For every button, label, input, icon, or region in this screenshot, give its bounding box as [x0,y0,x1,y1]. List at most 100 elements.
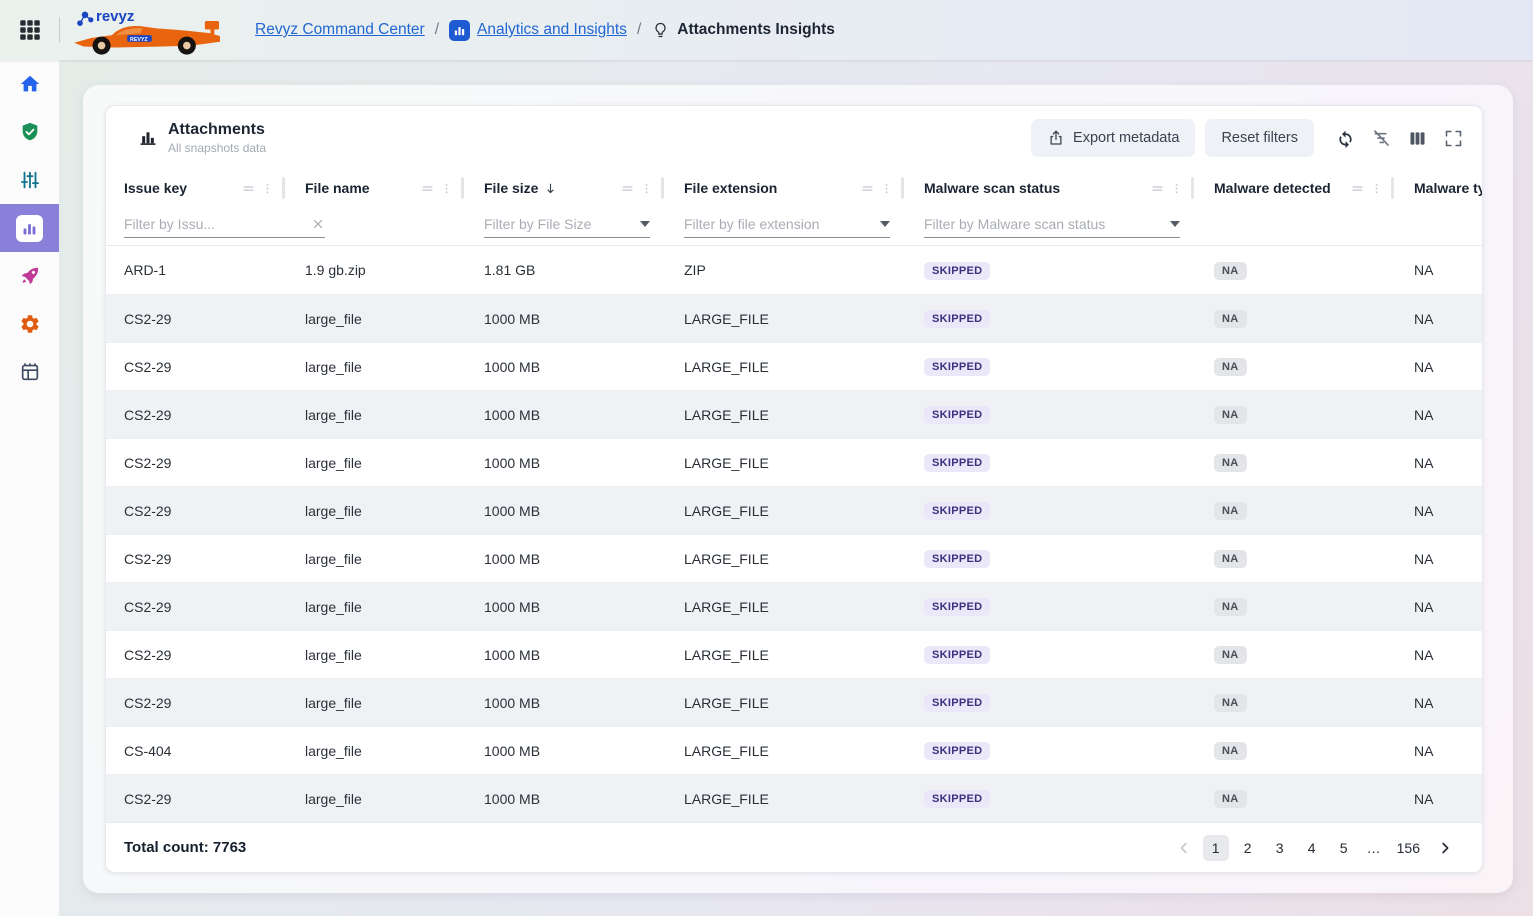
table-row[interactable]: CS-404large_file1000 MBLARGE_FILESKIPPED… [106,726,1482,774]
cell-issue_key: CS-404 [106,743,287,759]
table-row[interactable]: CS2-29large_file1000 MBLARGE_FILESKIPPED… [106,390,1482,438]
reset-filters-label: Reset filters [1221,130,1298,146]
sidebar-item-reports[interactable] [0,348,59,396]
cell-file_size: 1000 MB [466,359,666,375]
cell-issue_key: CS2-29 [106,503,287,519]
page-prev-button[interactable] [1171,835,1197,861]
cell-malware_detected: NA [1196,261,1396,280]
column-drag-handle[interactable] [620,181,635,196]
table-row[interactable]: CS2-29large_file1000 MBLARGE_FILESKIPPED… [106,582,1482,630]
cell-malware_detected: NA [1196,645,1396,664]
cell-file_name: large_file [287,551,466,567]
chevron-right-icon [1436,839,1454,857]
page-next-button[interactable] [1432,835,1458,861]
column-header-issue_key: Issue key [106,170,287,206]
table-row[interactable]: CS2-29large_file1000 MBLARGE_FILESKIPPED… [106,342,1482,390]
table-row[interactable]: CS2-29large_file1000 MBLARGE_FILESKIPPED… [106,678,1482,726]
cell-file_extension: LARGE_FILE [666,359,906,375]
rocket-icon [19,265,41,287]
cell-file_size: 1000 MB [466,695,666,711]
sidebar-item-home[interactable] [0,60,59,108]
refresh-button[interactable] [1330,123,1360,153]
table-row[interactable]: CS2-29large_file1000 MBLARGE_FILESKIPPED… [106,774,1482,822]
cell-malware_detected: NA [1196,789,1396,808]
filter-input-issue_key[interactable] [124,216,305,232]
table-row[interactable]: CS2-29large_file1000 MBLARGE_FILESKIPPED… [106,294,1482,342]
cell-malware_detected: NA [1196,597,1396,616]
export-metadata-button[interactable]: Export metadata [1031,119,1195,157]
total-count-label: Total count: [124,839,209,856]
column-drag-handle[interactable] [1150,181,1165,196]
table-header-row: Issue keyFile nameFile sizeFile extensio… [106,170,1482,206]
page-button-2[interactable]: 2 [1235,835,1261,861]
column-drag-handle[interactable] [420,181,435,196]
svg-text:REVYZ: REVYZ [130,37,148,43]
table-row[interactable]: CS2-29large_file1000 MBLARGE_FILESKIPPED… [106,630,1482,678]
filter-select-file_extension[interactable]: Filter by file extension [684,210,890,238]
cell-malware_type: NA [1396,407,1482,423]
page-button-5[interactable]: 5 [1331,835,1357,861]
cell-file_size: 1000 MB [466,455,666,471]
page-button-3[interactable]: 3 [1267,835,1293,861]
column-menu-button[interactable] [260,181,275,196]
table-row[interactable]: CS2-29large_file1000 MBLARGE_FILESKIPPED… [106,486,1482,534]
column-menu-button[interactable] [639,181,654,196]
column-menu-button[interactable] [1369,181,1384,196]
table-filter-row: Filter by File Size Filter by file extens… [106,206,1482,246]
column-menu-button[interactable] [879,181,894,196]
malware-detected-badge: NA [1214,598,1247,616]
race-car-icon: REVYZ [70,20,226,56]
cell-file_extension: LARGE_FILE [666,647,906,663]
sidebar-item-rocket[interactable] [0,252,59,300]
sidebar-item-shield[interactable] [0,108,59,156]
scan-status-badge: SKIPPED [924,262,990,280]
column-menu-button[interactable] [1169,181,1184,196]
column-drag-handle[interactable] [860,181,875,196]
table-row[interactable]: ARD-11.9 gb.zip1.81 GBZIPSKIPPEDNANA [106,246,1482,294]
page-button-1[interactable]: 1 [1203,835,1229,861]
cell-malware_type: NA [1396,311,1482,327]
reset-filters-button[interactable]: Reset filters [1205,119,1314,157]
sidebar-item-settings[interactable] [0,300,59,348]
column-menu-button[interactable] [439,181,454,196]
page-button-156[interactable]: 156 [1391,835,1426,861]
breadcrumb-link-command-center[interactable]: Revyz Command Center [255,21,425,39]
sidebar-item-sliders[interactable] [0,156,59,204]
analytics-badge-icon [449,20,470,41]
scan-status-badge: SKIPPED [924,550,990,568]
cell-file_extension: LARGE_FILE [666,311,906,327]
fullscreen-icon [1443,128,1464,149]
drag-icon [620,181,635,196]
cell-malware_type: NA [1396,551,1482,567]
card-footer: Total count: 7763 12345…156 [106,822,1482,872]
revyz-logo[interactable]: revyz REVYZ [68,2,233,58]
column-drag-handle[interactable] [241,181,256,196]
table-row[interactable]: CS2-29large_file1000 MBLARGE_FILESKIPPED… [106,438,1482,486]
scan-status-badge: SKIPPED [924,790,990,808]
sidebar-item-analytics[interactable] [0,204,59,252]
breadcrumb-link-analytics[interactable]: Analytics and Insights [477,21,627,39]
malware-detected-badge: NA [1214,502,1247,520]
malware-detected-badge: NA [1214,262,1247,280]
malware-detected-badge: NA [1214,310,1247,328]
page-button-4[interactable]: 4 [1299,835,1325,861]
top-bar-divider [59,17,60,43]
app-grid-button[interactable] [0,0,59,60]
cell-issue_key: CS2-29 [106,407,287,423]
sort-desc-button[interactable] [543,181,558,196]
columns-button[interactable] [1402,123,1432,153]
filter-select-file_size[interactable]: Filter by File Size [484,210,650,238]
filter-select-scan_status[interactable]: Filter by Malware scan status [924,210,1180,238]
malware-detected-badge: NA [1214,742,1247,760]
column-header-file_name: File name [287,170,466,206]
malware-detected-badge: NA [1214,454,1247,472]
top-bar: revyz REVYZ Revyz Command Center / Analy… [0,0,1533,60]
sidebar [0,60,59,916]
scan-status-badge: SKIPPED [924,310,990,328]
table-row[interactable]: CS2-29large_file1000 MBLARGE_FILESKIPPED… [106,534,1482,582]
column-filter-file_extension: Filter by file extension [666,206,906,245]
fullscreen-button[interactable] [1438,123,1468,153]
filter-off-button[interactable] [1366,123,1396,153]
column-drag-handle[interactable] [1350,181,1365,196]
cell-file_name: large_file [287,407,466,423]
